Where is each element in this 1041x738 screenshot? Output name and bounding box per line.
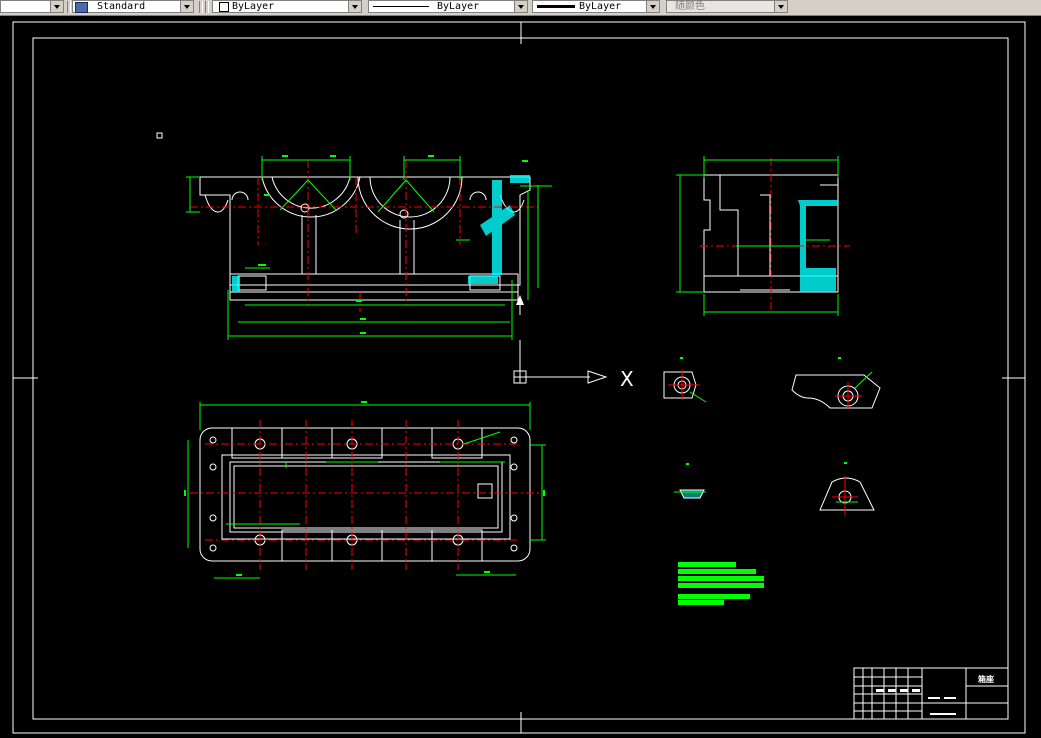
detail-view-2	[791, 357, 881, 410]
plot-style-dropdown[interactable]: 随颜色	[666, 0, 788, 13]
chevron-down-icon[interactable]	[514, 1, 527, 12]
linetype-control-value: ByLayer	[437, 1, 480, 12]
plan-view	[184, 401, 546, 579]
side-view	[676, 156, 850, 316]
drawing-canvas[interactable]: X 箱座	[0, 15, 1041, 738]
text-style-dropdown[interactable]: Standard	[72, 0, 194, 13]
thin-line-icon	[373, 6, 429, 7]
color-swatch-icon	[219, 2, 229, 12]
chevron-down-icon[interactable]	[774, 1, 787, 12]
color-control-value: ByLayer	[232, 1, 275, 12]
detail-view-3	[674, 463, 706, 499]
chevron-down-icon[interactable]	[180, 1, 193, 12]
color-control-dropdown[interactable]: ByLayer	[212, 0, 362, 13]
grip-marker[interactable]	[156, 132, 163, 139]
properties-toolbar: Standard ByLayer ByLayer ByLayer 随颜色	[0, 0, 1041, 16]
chevron-down-icon[interactable]	[348, 1, 361, 12]
linetype-control-dropdown[interactable]: ByLayer	[368, 0, 528, 13]
toolbar-separator	[199, 1, 203, 13]
toolbar-left-dropdown[interactable]	[0, 0, 64, 13]
plot-style-value: 随颜色	[675, 1, 705, 12]
chevron-down-icon[interactable]	[646, 1, 659, 12]
detail-view-1	[663, 357, 707, 403]
ucs-icon	[513, 340, 608, 384]
thick-line-icon	[537, 5, 575, 8]
text-style-icon	[75, 2, 88, 13]
technical-notes	[678, 562, 764, 605]
detail-view-4	[819, 462, 875, 515]
lineweight-control-dropdown[interactable]: ByLayer	[532, 0, 660, 13]
lineweight-control-value: ByLayer	[579, 1, 622, 12]
toolbar-separator	[67, 1, 71, 13]
front-view	[186, 155, 552, 340]
toolbar-separator	[205, 1, 209, 13]
chevron-down-icon[interactable]	[50, 1, 63, 12]
text-style-value: Standard	[97, 1, 146, 12]
title-block-title: 箱座	[978, 674, 994, 684]
ucs-x-label: X	[620, 367, 634, 391]
